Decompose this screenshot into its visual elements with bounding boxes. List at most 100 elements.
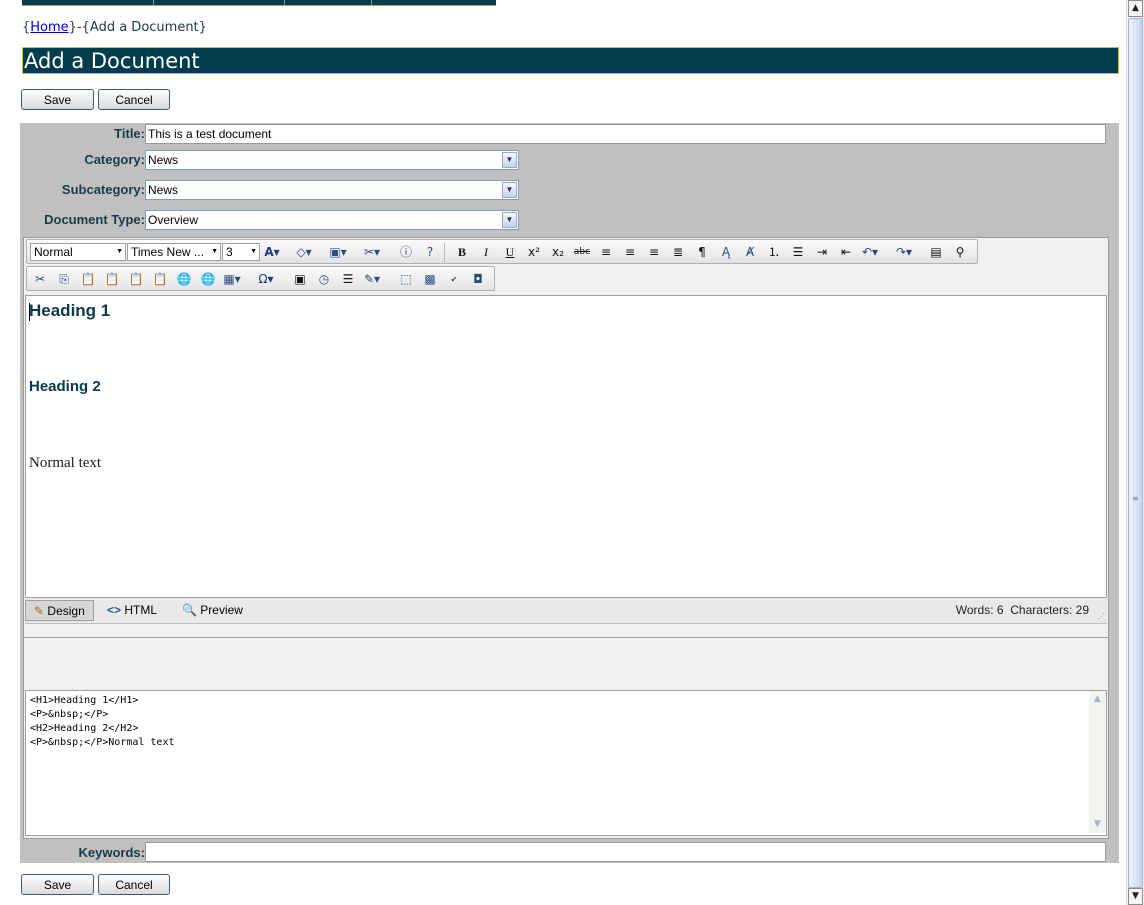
chevron-down-icon: ▼ [211, 248, 218, 255]
undo-icon[interactable]: ↶▾ [861, 244, 879, 261]
image-manager-icon[interactable]: ▩ [421, 271, 439, 288]
help-icon[interactable]: ? [421, 244, 439, 261]
html-mode-tab[interactable]: <> HTML [107, 600, 157, 621]
content-heading-2: Heading 2 [29, 378, 101, 395]
clear-format-icon[interactable]: Ⱥ [741, 244, 759, 261]
chevron-down-icon: ▼ [116, 248, 123, 255]
paragraph-format-value: Normal [34, 245, 73, 259]
paste-word-icon[interactable]: 📋 [127, 271, 145, 288]
design-mode-tab[interactable]: ✎ Design [25, 600, 94, 621]
find-icon[interactable]: ⚲ [951, 244, 969, 261]
breadcrumb-current: Add a Document [89, 20, 199, 35]
html-mode-label: HTML [124, 603, 158, 617]
chevron-down-icon[interactable]: ▼ [502, 182, 517, 198]
category-select-value: News [148, 153, 179, 167]
preview-mode-tab[interactable]: 🔍 Preview [182, 600, 243, 621]
formatting-toolbar: Normal ▼ Times New ... ▼ 3 ▼ A▾ ◇▾ ▣▾ ✂▾ ⓘ … [26, 239, 978, 264]
numbered-list-icon[interactable]: ⒈ [765, 244, 783, 261]
scrollbar-thumb[interactable]: ≡ [1128, 18, 1143, 888]
cut-icon[interactable]: ✂ [31, 271, 49, 288]
superscript-icon[interactable]: x² [525, 244, 543, 261]
horizontal-rule-icon[interactable]: ☰ [339, 271, 357, 288]
page-scrollbar[interactable]: ▲ ≡ ▼ [1126, 0, 1144, 905]
resize-grip-icon[interactable]: ⋰ [1097, 613, 1105, 621]
editor-mode-bar: ✎ Design <> HTML 🔍 Preview Words: 6 Char… [25, 598, 1107, 624]
document-form-panel: Title: This is a test document Category:… [20, 123, 1119, 863]
paste-icon[interactable]: 📋 [79, 271, 97, 288]
html-source-textarea[interactable]: <H1>Heading 1</H1> <P>&nbsp;</P> <H2>Hea… [25, 690, 1107, 836]
bold-icon[interactable]: B [453, 244, 471, 261]
scroll-down-icon[interactable]: ▼ [1089, 816, 1106, 833]
scroll-up-arrow-icon[interactable]: ▲ [1128, 0, 1143, 17]
chevron-down-icon[interactable]: ▼ [502, 152, 517, 168]
paragraph-format-dropdown[interactable]: Normal ▼ [30, 243, 126, 261]
bullet-list-icon[interactable]: ☰ [789, 244, 807, 261]
format-stripper-icon[interactable]: ✎▾ [363, 271, 381, 288]
editing-toolbar: ✂ ⎘ 📋 📋 📋 📋 🌐 🌐 ▦▾ Ω▾ ▣ ◷ ☰ ✎▾ ⬚ ▩ ✔ ◘ [26, 266, 495, 291]
source-scrollbar[interactable]: ▲ ▼ [1089, 691, 1106, 833]
subcategory-select[interactable]: News ▼ [145, 180, 519, 200]
scroll-down-arrow-icon[interactable]: ▼ [1128, 888, 1143, 905]
scroll-up-icon[interactable]: ▲ [1089, 691, 1106, 708]
editor-divider [24, 637, 1108, 638]
strikethrough-icon[interactable]: abc [573, 244, 591, 261]
clock-icon[interactable]: ◷ [315, 271, 333, 288]
remove-link-icon[interactable]: 🌐 [199, 271, 217, 288]
underline-icon[interactable]: U [501, 244, 519, 261]
outdent-icon[interactable]: ⇤ [837, 244, 855, 261]
redo-icon[interactable]: ↷▾ [895, 244, 913, 261]
highlight-color-icon[interactable]: ◇▾ [295, 244, 313, 261]
subcategory-select-value: News [148, 183, 179, 197]
category-select[interactable]: News ▼ [145, 150, 519, 170]
pencil-icon: ✎ [34, 604, 45, 618]
align-left-icon[interactable]: ≡ [597, 244, 615, 261]
design-mode-label: Design [47, 604, 85, 618]
subscript-icon[interactable]: x₂ [549, 244, 567, 261]
save-button-bottom[interactable]: Save [21, 874, 94, 895]
title-input[interactable]: This is a test document [145, 124, 1106, 144]
indent-icon[interactable]: ⇥ [813, 244, 831, 261]
hyperlink-icon[interactable]: ✂▾ [363, 244, 381, 261]
font-name-dropdown[interactable]: Times New ... ▼ [127, 243, 221, 261]
template-icon[interactable]: ◘ [469, 271, 487, 288]
italic-icon[interactable]: I [477, 244, 495, 261]
align-center-icon[interactable]: ≡ [621, 244, 639, 261]
font-size-dropdown[interactable]: 3 ▼ [222, 243, 260, 261]
words-label: Words: [955, 603, 994, 617]
breadcrumb-separator: }-{ [68, 20, 90, 35]
breadcrumb: {Home}-{Add a Document} [22, 20, 207, 35]
content-normal-text: Normal text [29, 455, 102, 471]
insert-link-icon[interactable]: 🌐 [175, 271, 193, 288]
chevron-down-icon[interactable]: ▼ [502, 212, 517, 228]
font-color-icon[interactable]: A▾ [263, 244, 281, 261]
words-count: 6 [996, 603, 1004, 617]
paste-html-icon[interactable]: 📋 [151, 271, 169, 288]
info-icon[interactable]: ⓘ [397, 244, 415, 261]
editor-content-area[interactable]: Heading 1 Heading 2 Normal text [25, 295, 1107, 598]
preview-mode-label: Preview [200, 603, 243, 617]
cancel-button-bottom[interactable]: Cancel [98, 874, 170, 895]
page-title: Add a Document [22, 47, 1119, 74]
spellcheck-icon[interactable]: ✔ [445, 271, 463, 288]
copy-icon[interactable]: ⎘ [55, 271, 73, 288]
breadcrumb-home-link[interactable]: Home [30, 20, 68, 35]
insert-snippet-icon[interactable]: ▣▾ [329, 244, 347, 261]
keywords-label: Keywords: [78, 845, 145, 860]
document-type-select-value: Overview [148, 213, 199, 227]
table-icon[interactable]: ▦▾ [223, 271, 241, 288]
paste-text-icon[interactable]: 📋 [103, 271, 121, 288]
paragraph-mark-icon[interactable]: ¶ [693, 244, 711, 261]
format-text-icon[interactable]: Ą [717, 244, 735, 261]
cancel-button-top[interactable]: Cancel [98, 89, 170, 110]
page-icon[interactable]: ▤ [927, 244, 945, 261]
document-type-select[interactable]: Overview ▼ [145, 210, 519, 230]
form-icon[interactable]: ▣ [291, 271, 309, 288]
subcategory-label: Subcategory: [61, 182, 145, 197]
omega-icon[interactable]: Ω▾ [257, 271, 275, 288]
save-button-top[interactable]: Save [21, 89, 94, 110]
justify-icon[interactable]: ≣ [669, 244, 687, 261]
select-all-icon[interactable]: ⬚ [397, 271, 415, 288]
keywords-input[interactable] [145, 842, 1106, 862]
content-heading-1: Heading 1 [29, 301, 111, 320]
align-right-icon[interactable]: ≡ [645, 244, 663, 261]
